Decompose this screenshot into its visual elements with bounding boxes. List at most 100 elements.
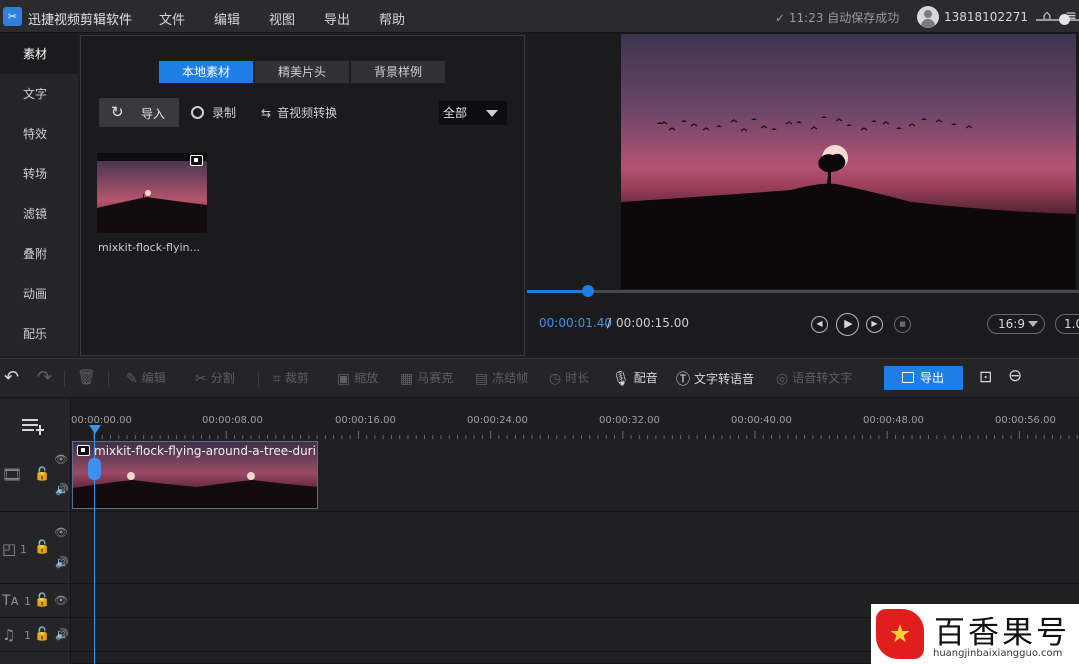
nav-item-music[interactable]: 配乐 <box>0 314 78 354</box>
av-convert-button[interactable]: ⇆ 音视频转换 <box>261 104 337 121</box>
freeze-frame-button[interactable]: ▤ 冻结帧 <box>475 369 528 387</box>
media-thumbnail-label: mixkit-flock-flyin... <box>98 241 200 254</box>
tab-background-samples[interactable]: 背景样例 <box>351 61 445 83</box>
menu-view[interactable]: 视图 <box>269 9 295 28</box>
speech-to-text-button[interactable]: ◎ 语音转文字 <box>776 369 852 387</box>
eye-icon[interactable]: 👁 <box>54 453 68 466</box>
delete-icon[interactable]: 🗑 <box>77 368 96 386</box>
crop-button[interactable]: ⌗ 裁剪 <box>273 369 309 387</box>
clock-icon: ◷ <box>549 371 562 387</box>
total-time: 00:00:15.00 <box>616 316 689 330</box>
playhead-marker[interactable] <box>89 425 101 434</box>
speaker-icon[interactable]: 🔊 <box>55 556 69 569</box>
edit-button[interactable]: ✎ 编辑 <box>126 369 166 387</box>
ruler-tick-label: 00:00:56.00 <box>995 415 1056 426</box>
track-number: 1 <box>24 595 31 608</box>
video-type-icon <box>77 445 90 456</box>
speaker-icon[interactable]: 🔊 <box>55 628 69 641</box>
record-icon <box>191 106 204 119</box>
home-icon[interactable]: ⌂ <box>1038 7 1056 25</box>
edit-toolbar: ↶ ↷ 🗑 ✎ 编辑 ✂ 分割 ⌗ 裁剪 ▣ 缩放 ▦ 马赛克 ▤ 冻结帧 ◷ 时长 🎙 配音 … <box>0 358 1079 398</box>
duration-button[interactable]: ◷ 时长 <box>549 369 589 387</box>
ruler-tick-label: 00:00:00.00 <box>71 415 132 426</box>
rewind-icon[interactable]: ◀ <box>811 316 828 333</box>
import-button[interactable]: ↻ 导入 <box>99 98 179 127</box>
watermark-domain: huangjinbaixiangguo.com <box>933 648 1063 659</box>
zoom-out-icon[interactable]: ⊖ <box>1008 366 1022 386</box>
overlay-track[interactable] <box>71 512 1079 584</box>
tab-intro-templates[interactable]: 精美片头 <box>255 61 349 83</box>
nav-item-text[interactable]: 文字 <box>0 74 78 114</box>
user-avatar-icon[interactable] <box>917 6 939 28</box>
import-icon: ↻ <box>111 103 124 121</box>
eye-icon[interactable]: 👁 <box>54 594 68 607</box>
menu-edit[interactable]: 编辑 <box>214 9 240 28</box>
add-track-icon[interactable] <box>22 417 44 435</box>
menu-bar: ✂ 迅捷视频剪辑软件 文件 编辑 视图 导出 帮助 ✓ 11:23 自动保存成功… <box>0 0 1079 33</box>
zoom-button[interactable]: ▣ 缩放 <box>337 369 378 387</box>
eye-icon[interactable]: 👁 <box>54 526 68 539</box>
redo-icon[interactable]: ↷ <box>37 367 52 388</box>
nav-item-effects[interactable]: 特效 <box>0 114 78 154</box>
progress-handle[interactable] <box>581 285 594 297</box>
import-label: 导入 <box>141 107 166 121</box>
menu-help[interactable]: 帮助 <box>379 9 405 28</box>
record-label: 录制 <box>212 106 237 120</box>
forward-icon[interactable]: ▶ <box>866 316 883 333</box>
media-thumbnail[interactable] <box>97 153 207 233</box>
play-icon[interactable]: ▶ <box>836 313 859 336</box>
watermark: 百香果号 huangjinbaixiangguo.com <box>871 604 1079 664</box>
chevron-down-icon <box>486 110 498 117</box>
autosave-status: ✓ 11:23 自动保存成功 <box>775 11 900 25</box>
tab-local-media[interactable]: 本地素材 <box>159 61 253 83</box>
lock-icon[interactable]: 🔓 <box>34 593 50 608</box>
nav-item-filters[interactable]: 滤镜 <box>0 194 78 234</box>
nav-item-transitions[interactable]: 转场 <box>0 154 78 194</box>
dub-button[interactable]: 🎙 配音 <box>612 369 658 387</box>
overlay-icon: ◰ <box>2 540 17 558</box>
music-track-controls: ♫ 1 🔓 🔊 <box>0 618 71 652</box>
media-filter-select[interactable]: 全部 <box>439 101 507 125</box>
split-button[interactable]: ✂ 分割 <box>195 369 235 387</box>
export-button[interactable]: 导出 <box>884 366 963 390</box>
stop-icon[interactable]: ■ <box>894 316 911 333</box>
timeline-video-clip[interactable]: mixkit-flock-flying-around-a-tree-duri..… <box>72 441 318 509</box>
speaker-icon[interactable]: 🔊 <box>55 483 69 496</box>
playback-progress-bar[interactable] <box>527 285 1079 297</box>
nav-item-material[interactable]: 素材 <box>0 34 78 74</box>
user-name[interactable]: 13818102271 <box>944 10 1028 24</box>
av-convert-label: 音视频转换 <box>277 106 338 120</box>
lock-icon[interactable]: 🔓 <box>34 627 50 642</box>
undo-icon[interactable]: ↶ <box>4 367 19 388</box>
aspect-ratio-value: 16:9 <box>998 317 1025 331</box>
mosaic-button[interactable]: ▦ 马赛克 <box>400 369 453 387</box>
menu-file[interactable]: 文件 <box>159 9 185 28</box>
aspect-ratio-select[interactable]: 16:9 <box>987 314 1045 334</box>
timeline-zoom-slider[interactable] <box>1036 19 1079 21</box>
clip-title: mixkit-flock-flying-around-a-tree-duri..… <box>94 444 318 458</box>
track-number: 1 <box>24 629 31 642</box>
time-separator: / <box>607 316 612 330</box>
nav-item-animation[interactable]: 动画 <box>0 274 78 314</box>
timeline-ruler[interactable]: 00:00:00.00 00:00:08.00 00:00:16.00 00:0… <box>71 399 1079 439</box>
film-icon: 🎞 <box>2 465 23 484</box>
app-logo-icon: ✂ <box>3 7 22 26</box>
export-icon <box>902 372 914 383</box>
ruler-tick-label: 00:00:08.00 <box>202 415 263 426</box>
nav-item-overlay[interactable]: 叠附 <box>0 234 78 274</box>
timeline-zoom-handle[interactable] <box>1059 14 1070 25</box>
fit-screen-icon[interactable]: ⊡ <box>979 367 992 386</box>
app-window: ✂ 迅捷视频剪辑软件 文件 编辑 视图 导出 帮助 ✓ 11:23 自动保存成功… <box>0 0 1079 664</box>
lock-icon[interactable]: 🔓 <box>34 540 50 555</box>
speech-icon: ◎ <box>776 371 789 387</box>
lock-icon[interactable]: 🔓 <box>34 467 50 482</box>
zoom-frame-icon: ▣ <box>337 371 351 387</box>
text-to-speech-button[interactable]: Ⓣ 文字转语音 <box>676 369 754 389</box>
menu-export[interactable]: 导出 <box>324 9 350 28</box>
playhead-drag-handle[interactable] <box>88 458 101 480</box>
record-button[interactable]: 录制 <box>191 104 236 121</box>
preview-video[interactable] <box>621 34 1076 289</box>
preview-frame <box>621 34 1076 289</box>
playback-speed-select[interactable]: 1.0 <box>1055 314 1079 334</box>
preview-area: 00:00:01.40 / 00:00:15.00 ◀ ▶ ▶ ■ 16:9 1… <box>527 33 1079 358</box>
